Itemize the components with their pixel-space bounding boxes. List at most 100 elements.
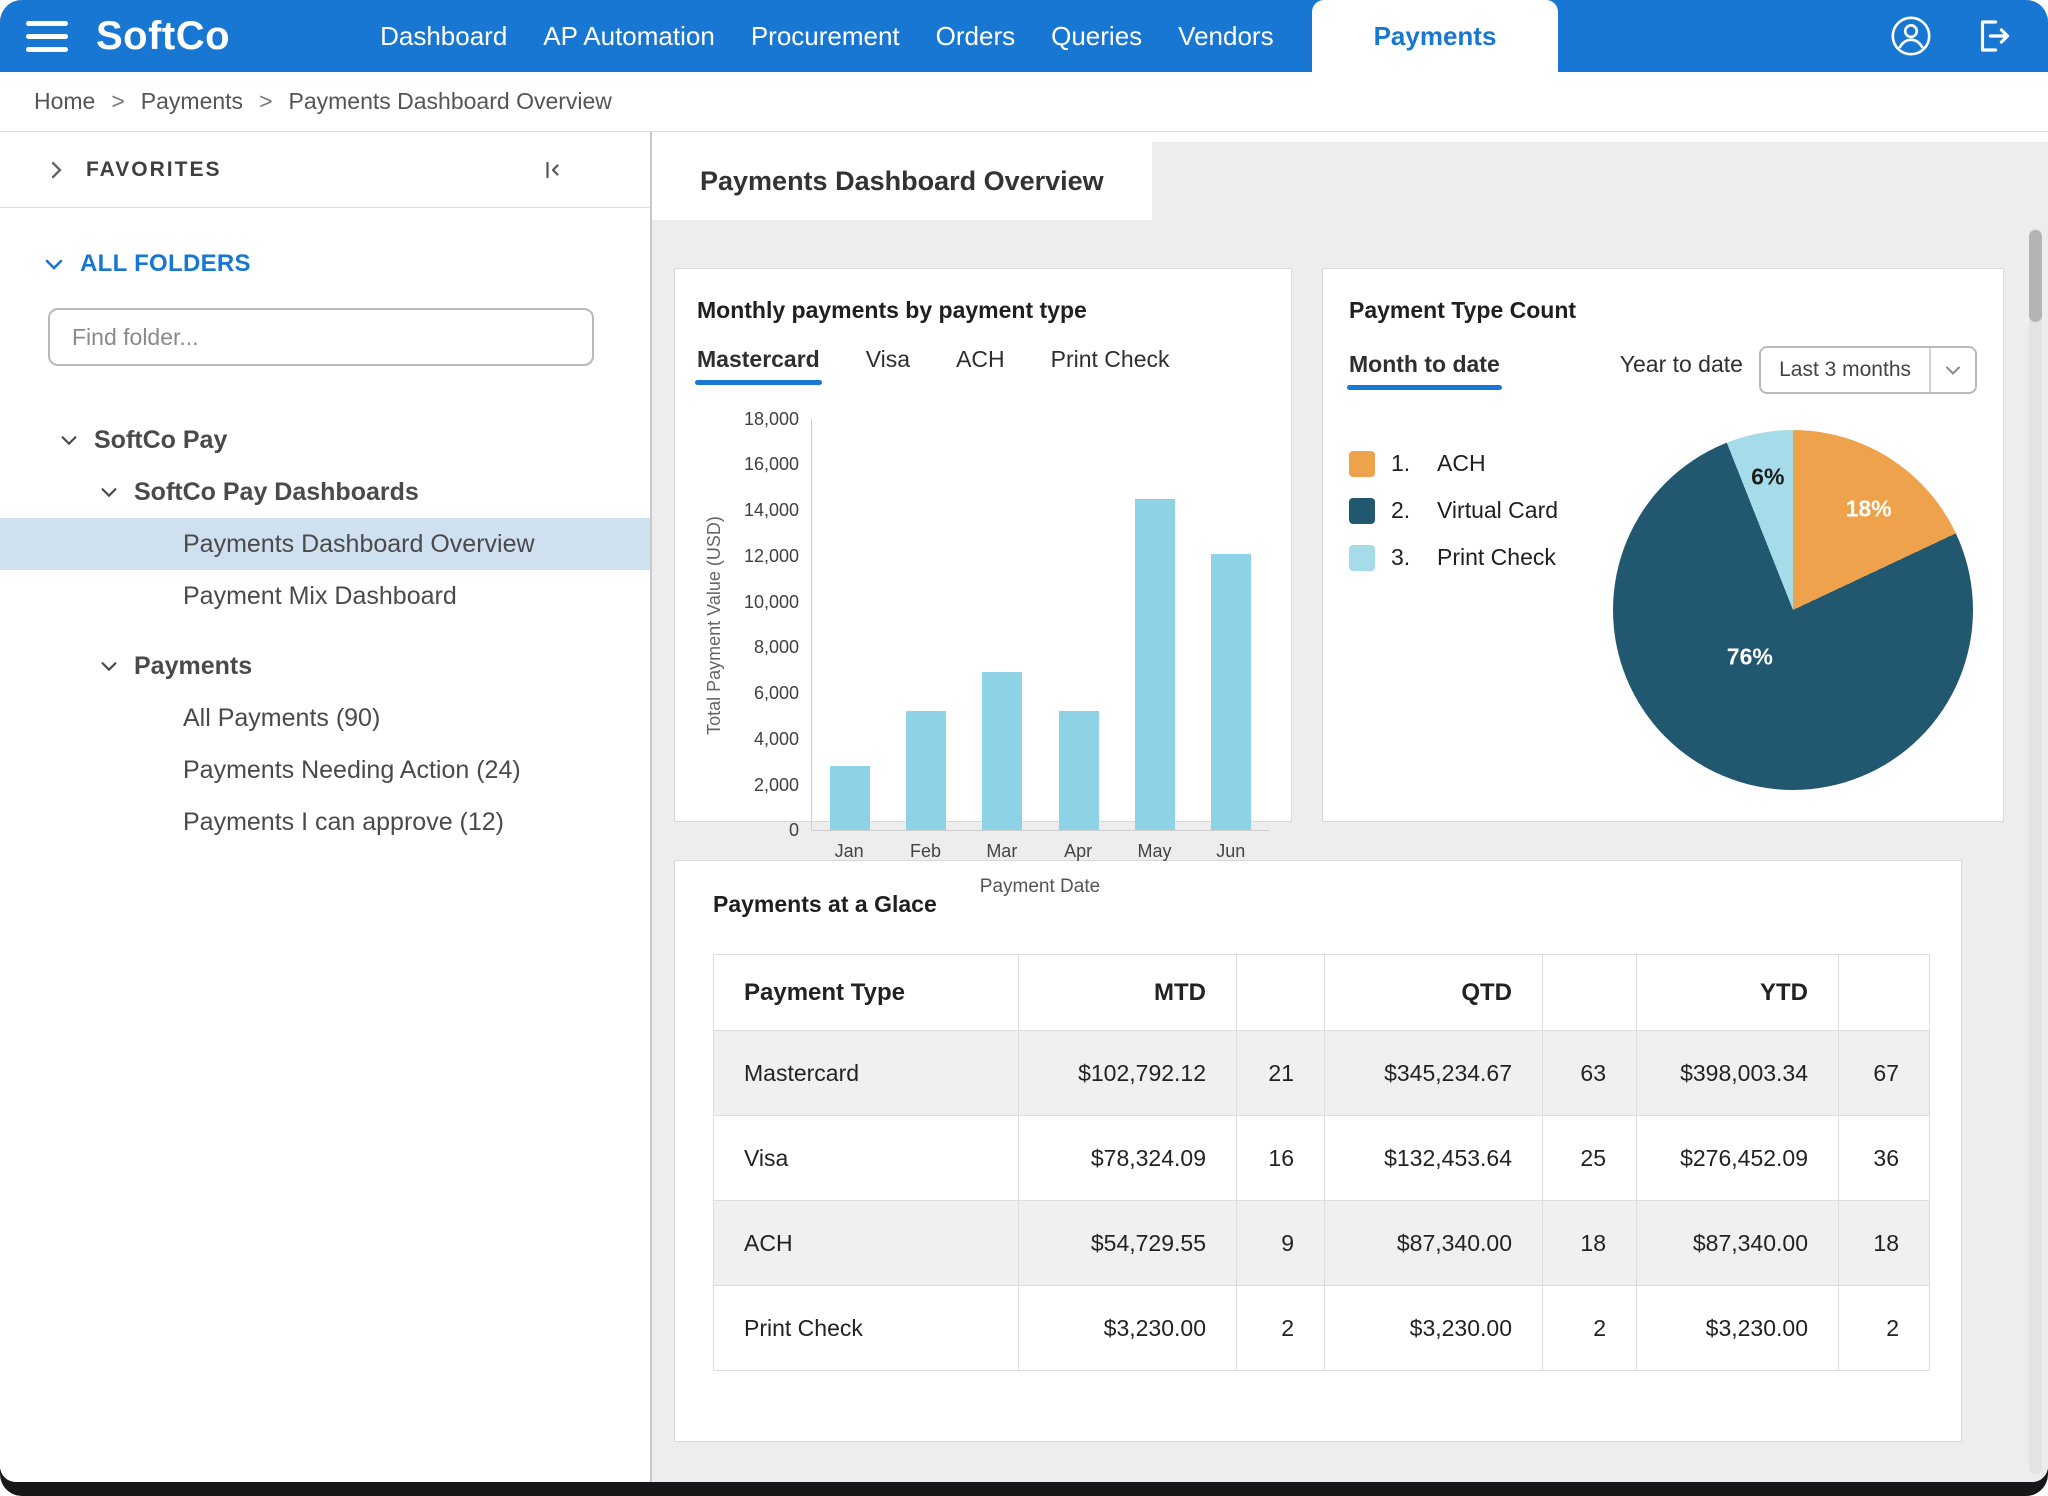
legend-item-virtual-card: 2.Virtual Card — [1349, 497, 1558, 524]
vertical-scrollbar-thumb[interactable] — [2029, 230, 2042, 322]
column-header-qtd: QTD — [1325, 955, 1543, 1031]
table-cell: $87,340.00 — [1637, 1201, 1839, 1286]
chevron-down-icon — [1929, 348, 1975, 392]
sidebar-item-label: SoftCo Pay Dashboards — [134, 478, 419, 507]
x-tick-label: Apr — [1040, 831, 1116, 862]
nav-item-ap-automation[interactable]: AP Automation — [541, 17, 717, 56]
y-axis-title: Total Payment Value (USD) — [697, 419, 731, 831]
main-layout: FAVORITES ALL FOLDERS SoftCo PaySoftCo P… — [0, 132, 2048, 1482]
pie-card-title: Payment Type Count — [1349, 297, 1977, 324]
folder-search-input[interactable] — [48, 308, 594, 366]
top-navigation: SoftCo DashboardAP AutomationProcurement… — [0, 0, 2048, 72]
main-content-inner: Payments Dashboard Overview Monthly paym… — [652, 142, 2048, 1482]
table-cell: 2 — [1543, 1286, 1637, 1371]
table-cell: $132,453.64 — [1325, 1116, 1543, 1201]
bar-mar — [982, 672, 1022, 830]
bar-column-feb — [888, 419, 964, 830]
column-header-empty — [1839, 955, 1930, 1031]
payment-type-count-card: Payment Type Count Month to date Year to … — [1322, 268, 2004, 822]
bar-jun — [1211, 554, 1251, 830]
column-header-empty — [1237, 955, 1325, 1031]
table-cell: 67 — [1839, 1031, 1930, 1116]
tab-visa[interactable]: Visa — [866, 346, 910, 385]
table-row-print-check: Print Check$3,230.002$3,230.002$3,230.00… — [714, 1286, 1930, 1371]
table-cell: 21 — [1237, 1031, 1325, 1116]
page-tab-payments-dashboard-overview[interactable]: Payments Dashboard Overview — [652, 142, 1152, 220]
date-range-dropdown[interactable]: Last 3 months — [1759, 346, 1977, 394]
all-folders-toggle[interactable]: ALL FOLDERS — [42, 250, 650, 278]
nav-item-orders[interactable]: Orders — [934, 17, 1017, 56]
bar-column-jan — [812, 419, 888, 830]
all-folders-label: ALL FOLDERS — [80, 250, 251, 278]
tab-year-to-date[interactable]: Year to date — [1620, 351, 1743, 390]
table-cell: 18 — [1543, 1201, 1637, 1286]
sidebar-item-label: Payments I can approve (12) — [183, 808, 504, 837]
bar-apr — [1059, 711, 1099, 830]
sidebar-item-label: Payments — [134, 652, 252, 681]
sidebar: FAVORITES ALL FOLDERS SoftCo PaySoftCo P… — [0, 132, 652, 1482]
sidebar-item-softco-pay[interactable]: SoftCo Pay — [0, 414, 650, 466]
topnav-right — [1890, 15, 2014, 57]
sidebar-item-payments-dashboard-overview[interactable]: Payments Dashboard Overview — [0, 518, 650, 570]
bar-chart-plot — [811, 419, 1269, 831]
bar-card-tabs: Mastercard Visa ACH Print Check — [697, 346, 1269, 385]
collapse-sidebar-icon[interactable] — [540, 158, 564, 182]
nav-item-queries[interactable]: Queries — [1049, 17, 1144, 56]
tab-print-check[interactable]: Print Check — [1051, 346, 1170, 385]
sidebar-item-label: SoftCo Pay — [94, 426, 227, 455]
breadcrumb-home[interactable]: Home — [34, 88, 95, 115]
breadcrumb-separator: > — [259, 88, 272, 115]
tab-month-to-date[interactable]: Month to date — [1349, 351, 1500, 390]
legend-item-ach: 1.ACH — [1349, 450, 1558, 477]
monthly-payments-card: Monthly payments by payment type Masterc… — [674, 268, 1292, 822]
folder-tree: SoftCo Pay SoftCo Pay Dashboards Payments … — [0, 414, 650, 848]
table-cell: $102,792.12 — [1019, 1031, 1237, 1116]
top-cards-row: Monthly payments by payment type Masterc… — [674, 268, 2004, 822]
column-header-ytd: YTD — [1637, 955, 1839, 1031]
vertical-scrollbar-track[interactable] — [2029, 228, 2042, 1474]
table-cell: $3,230.00 — [1637, 1286, 1839, 1371]
bar-card-title: Monthly payments by payment type — [697, 297, 1269, 324]
nav-item-dashboard[interactable]: Dashboard — [378, 17, 509, 56]
window-frame: SoftCo DashboardAP AutomationProcurement… — [0, 0, 2048, 1496]
breadcrumb-current-page: Payments Dashboard Overview — [289, 88, 612, 115]
favorites-section[interactable]: FAVORITES — [0, 132, 650, 208]
sidebar-item-payments[interactable]: Payments — [0, 640, 650, 692]
legend-index: 1. — [1391, 450, 1421, 477]
bar-chart-x-labels: JanFebMarAprMayJun — [811, 831, 1269, 862]
sidebar-item-label: All Payments (90) — [183, 704, 380, 733]
sidebar-item-label: Payments Dashboard Overview — [183, 530, 535, 559]
tab-mastercard[interactable]: Mastercard — [697, 346, 820, 385]
payments-table-body: Mastercard$102,792.1221$345,234.6763$398… — [714, 1031, 1930, 1371]
table-row-visa: Visa$78,324.0916$132,453.6425$276,452.09… — [714, 1116, 1930, 1201]
topnav-items: Dashboard AP Automation Procurement Orders Q… — [378, 17, 1276, 56]
logout-icon[interactable] — [1972, 15, 2014, 57]
nav-item-vendors[interactable]: Vendors — [1176, 17, 1275, 56]
sidebar-item-all-payments-90[interactable]: All Payments (90) — [0, 692, 650, 744]
legend-item-print-check: 3.Print Check — [1349, 544, 1558, 571]
sidebar-item-payment-mix-dashboard[interactable]: Payment Mix Dashboard — [0, 570, 650, 622]
sidebar-item-softco-pay-dashboards[interactable]: SoftCo Pay Dashboards — [0, 466, 650, 518]
pie-legend: 1.ACH 2.Virtual Card 3.Print Check — [1349, 450, 1558, 571]
user-account-icon[interactable] — [1890, 15, 1932, 57]
table-cell: 9 — [1237, 1201, 1325, 1286]
table-cell: $398,003.34 — [1637, 1031, 1839, 1116]
bar-column-apr — [1041, 419, 1117, 830]
table-cell: $54,729.55 — [1019, 1201, 1237, 1286]
pie-chart: 18%76%6% — [1613, 430, 1973, 790]
page-tab-row: Payments Dashboard Overview — [652, 142, 2048, 220]
sidebar-item-payments-i-can-approve-12[interactable]: Payments I can approve (12) — [0, 796, 650, 848]
chevron-down-icon — [58, 429, 80, 451]
table-cell: Visa — [714, 1116, 1019, 1201]
sidebar-item-payments-needing-action-24[interactable]: Payments Needing Action (24) — [0, 744, 650, 796]
nav-item-procurement[interactable]: Procurement — [749, 17, 902, 56]
sidebar-item-label: Payments Needing Action (24) — [183, 756, 521, 785]
menu-icon[interactable] — [26, 21, 68, 52]
table-row-mastercard: Mastercard$102,792.1221$345,234.6763$398… — [714, 1031, 1930, 1116]
tab-ach[interactable]: ACH — [956, 346, 1005, 385]
breadcrumb-payments[interactable]: Payments — [141, 88, 243, 115]
nav-item-payments[interactable]: Payments — [1312, 0, 1559, 72]
dropdown-selected-value: Last 3 months — [1761, 358, 1929, 382]
x-tick-label: Mar — [964, 831, 1040, 862]
breadcrumb-separator: > — [111, 88, 124, 115]
